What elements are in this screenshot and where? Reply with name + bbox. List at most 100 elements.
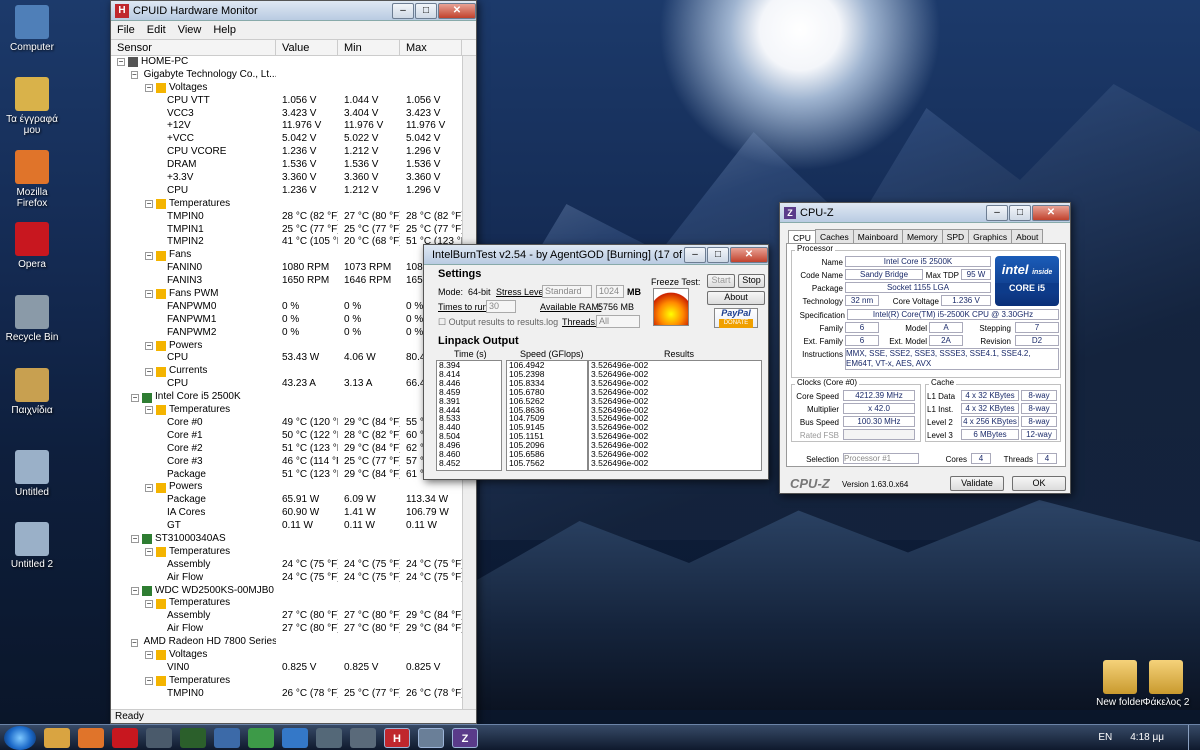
desktop-icon-1[interactable]: Τα έγγραφά μου bbox=[0, 77, 64, 136]
language-indicator[interactable]: EN bbox=[1098, 732, 1112, 743]
sensor-row[interactable]: TMPIN241 °C (105 °F)20 °C (68 °F)51 °C (… bbox=[111, 236, 476, 249]
menu-file[interactable]: File bbox=[117, 24, 135, 36]
sensor-row[interactable]: CPU VTT 1.056 V 1.044 V 1.056 V bbox=[111, 95, 476, 108]
desktop-icon-2[interactable]: Mozilla Firefox bbox=[0, 150, 64, 209]
desktop-icon-6[interactable]: Untitled bbox=[0, 450, 64, 498]
menu-view[interactable]: View bbox=[178, 24, 202, 36]
collapse-toggle-icon[interactable]: − bbox=[145, 406, 153, 415]
tab-about[interactable]: About bbox=[1011, 229, 1044, 244]
sensor-row[interactable]: − Voltages bbox=[111, 82, 476, 95]
sensor-row[interactable]: − Fans bbox=[111, 249, 476, 262]
tab-spd[interactable]: SPD bbox=[941, 229, 970, 244]
col-value[interactable]: Value bbox=[276, 40, 338, 55]
menu-edit[interactable]: Edit bbox=[147, 24, 166, 36]
taskbar-explorer-icon[interactable] bbox=[44, 727, 70, 748]
sensor-row[interactable]: Core #251 °C (123 °F)29 °C (84 °F)62 °C … bbox=[111, 443, 476, 456]
sensor-row[interactable]: Core #346 °C (114 °F)25 °C (77 °F)57 °C … bbox=[111, 456, 476, 469]
sensor-row[interactable]: +VCC 5.042 V 5.022 V 5.042 V bbox=[111, 133, 476, 146]
validate-button[interactable]: Validate bbox=[950, 476, 1004, 491]
taskbar-app-icon[interactable] bbox=[214, 727, 240, 748]
sensor-row[interactable]: CPU43.23 A3.13 A66.48 A bbox=[111, 378, 476, 391]
desktop-icon-3[interactable]: Opera bbox=[0, 222, 64, 270]
stop-button[interactable]: Stop bbox=[738, 274, 765, 288]
sensor-row[interactable]: TMPIN1 25 °C (77 °F) 25 °C (77 °F) 25 °C (7… bbox=[111, 224, 476, 237]
sensor-row[interactable]: IA Cores 60.90 W 1.41 W 106.79 W bbox=[111, 507, 476, 520]
sensor-row[interactable]: VIN0 0.825 V 0.825 V 0.825 V bbox=[111, 662, 476, 675]
sensor-row[interactable]: Air Flow 27 °C (80 °F) 27 °C (80 °F) 29 °C … bbox=[111, 623, 476, 636]
sensor-row[interactable]: − WDC WD2500KS-00MJB0 bbox=[111, 585, 476, 598]
time-list[interactable]: 8.394 8.414 8.446 8.459 8.391 8.444 8.533 8.440… bbox=[436, 360, 502, 471]
sensor-row[interactable]: GT 0.11 W 0.11 W 0.11 W bbox=[111, 520, 476, 533]
sensor-row[interactable]: − HOME-PC bbox=[111, 56, 476, 69]
taskbar-opera-icon[interactable] bbox=[112, 727, 138, 748]
collapse-toggle-icon[interactable]: − bbox=[145, 84, 153, 93]
desktop-icon-0[interactable]: Computer bbox=[0, 5, 64, 53]
sensor-row[interactable]: +12V 11.976 V 11.976 V 11.976 V bbox=[111, 120, 476, 133]
taskbar-app-icon[interactable] bbox=[146, 727, 172, 748]
collapse-toggle-icon[interactable]: − bbox=[145, 483, 153, 492]
maximize-button[interactable]: □ bbox=[1009, 204, 1031, 221]
stress-select[interactable]: Standard bbox=[542, 285, 592, 298]
sensor-row[interactable]: TMPIN0 28 °C (82 °F) 27 °C (80 °F) 28 °C (8… bbox=[111, 211, 476, 224]
collapse-toggle-icon[interactable]: − bbox=[145, 290, 153, 299]
output-checkbox[interactable]: ☐ Output results to results.log bbox=[438, 317, 558, 328]
taskbar-app-icon[interactable] bbox=[282, 727, 308, 748]
paypal-donate-button[interactable]: PayPal DONATE bbox=[714, 308, 758, 328]
desktop-icon-7[interactable]: Untitled 2 bbox=[0, 522, 64, 570]
sensor-row[interactable]: TMPIN0 26 °C (78 °F) 25 °C (77 °F) 26 °C (7… bbox=[111, 688, 476, 701]
desktop-icon-4[interactable]: Recycle Bin bbox=[0, 295, 64, 343]
minimize-button[interactable]: – bbox=[986, 204, 1008, 221]
menu-help[interactable]: Help bbox=[213, 24, 236, 36]
collapse-toggle-icon[interactable]: − bbox=[145, 548, 153, 557]
results-list[interactable]: 3.526496e-002 3.526496e-002 3.526496e-002 3… bbox=[588, 360, 762, 471]
maximize-button[interactable]: □ bbox=[415, 2, 437, 19]
cpuz-titlebar[interactable]: Z CPU-Z – □ ✕ bbox=[780, 203, 1070, 223]
times-input[interactable]: 30 bbox=[486, 300, 516, 313]
collapse-toggle-icon[interactable]: − bbox=[145, 200, 153, 209]
collapse-toggle-icon[interactable]: − bbox=[131, 586, 139, 595]
taskbar-app-icon[interactable] bbox=[350, 727, 376, 748]
minimize-button[interactable]: – bbox=[684, 246, 706, 263]
collapse-toggle-icon[interactable]: − bbox=[145, 677, 153, 686]
speed-list[interactable]: 106.4942 105.2398 105.8334 105.6780 106.5262… bbox=[506, 360, 588, 471]
collapse-toggle-icon[interactable]: − bbox=[117, 58, 125, 67]
sensor-row[interactable]: − Temperatures bbox=[111, 546, 476, 559]
ok-button[interactable]: OK bbox=[1012, 476, 1066, 491]
close-button[interactable]: ✕ bbox=[730, 246, 768, 263]
tab-mainboard[interactable]: Mainboard bbox=[852, 229, 903, 244]
sensor-row[interactable]: FANPWM0 0 % 0 % 0 % bbox=[111, 301, 476, 314]
taskbar-app-icon[interactable] bbox=[180, 727, 206, 748]
taskbar-app-icon[interactable] bbox=[316, 727, 342, 748]
hwmonitor-titlebar[interactable]: H CPUID Hardware Monitor – □ ✕ bbox=[111, 1, 476, 21]
sensor-row[interactable]: − AMD Radeon HD 7800 Series bbox=[111, 636, 476, 649]
selection-dropdown[interactable]: Processor #1 bbox=[843, 453, 919, 464]
collapse-toggle-icon[interactable]: − bbox=[131, 535, 139, 544]
sensor-row[interactable]: − Temperatures bbox=[111, 404, 476, 417]
minimize-button[interactable]: – bbox=[392, 2, 414, 19]
taskbar-utorrent-icon[interactable] bbox=[248, 727, 274, 748]
close-button[interactable]: ✕ bbox=[1032, 204, 1070, 221]
sensor-row[interactable]: CPU 1.236 V 1.212 V 1.296 V bbox=[111, 185, 476, 198]
taskbar-intelburntest-icon[interactable] bbox=[418, 727, 444, 748]
start-button[interactable] bbox=[4, 725, 36, 750]
col-sensor[interactable]: Sensor bbox=[111, 40, 276, 55]
about-button[interactable]: About bbox=[707, 291, 765, 305]
sensor-row[interactable]: +3.3V 3.360 V 3.360 V 3.360 V bbox=[111, 172, 476, 185]
collapse-toggle-icon[interactable]: − bbox=[145, 251, 153, 260]
ibt-titlebar[interactable]: IntelBurnTest v2.54 - by AgentGOD [Burni… bbox=[424, 245, 768, 265]
sensor-row[interactable]: DRAM 1.536 V 1.536 V 1.536 V bbox=[111, 159, 476, 172]
desktop-icon-folder2[interactable]: Φάκελος 2 bbox=[1134, 660, 1198, 708]
sensor-row[interactable]: CPU VCORE 1.236 V 1.212 V 1.296 V bbox=[111, 146, 476, 159]
close-button[interactable]: ✕ bbox=[438, 2, 476, 19]
sensor-row[interactable]: − Gigabyte Technology Co., Lt... bbox=[111, 69, 476, 82]
sensor-row[interactable]: − Temperatures bbox=[111, 675, 476, 688]
sensor-row[interactable]: − Intel Core i5 2500K bbox=[111, 391, 476, 404]
taskbar-cpuz-icon[interactable]: Z bbox=[452, 727, 478, 748]
collapse-toggle-icon[interactable]: − bbox=[145, 651, 153, 660]
collapse-toggle-icon[interactable]: − bbox=[131, 638, 138, 647]
taskbar-firefox-icon[interactable] bbox=[78, 727, 104, 748]
sensor-row[interactable]: Assembly 24 °C (75 °F) 24 °C (75 °F) 24 °C … bbox=[111, 559, 476, 572]
sensor-row[interactable]: FANIN01080 RPM1073 RPM1083 RPM bbox=[111, 262, 476, 275]
collapse-toggle-icon[interactable]: − bbox=[131, 71, 138, 80]
collapse-toggle-icon[interactable]: − bbox=[145, 367, 153, 376]
